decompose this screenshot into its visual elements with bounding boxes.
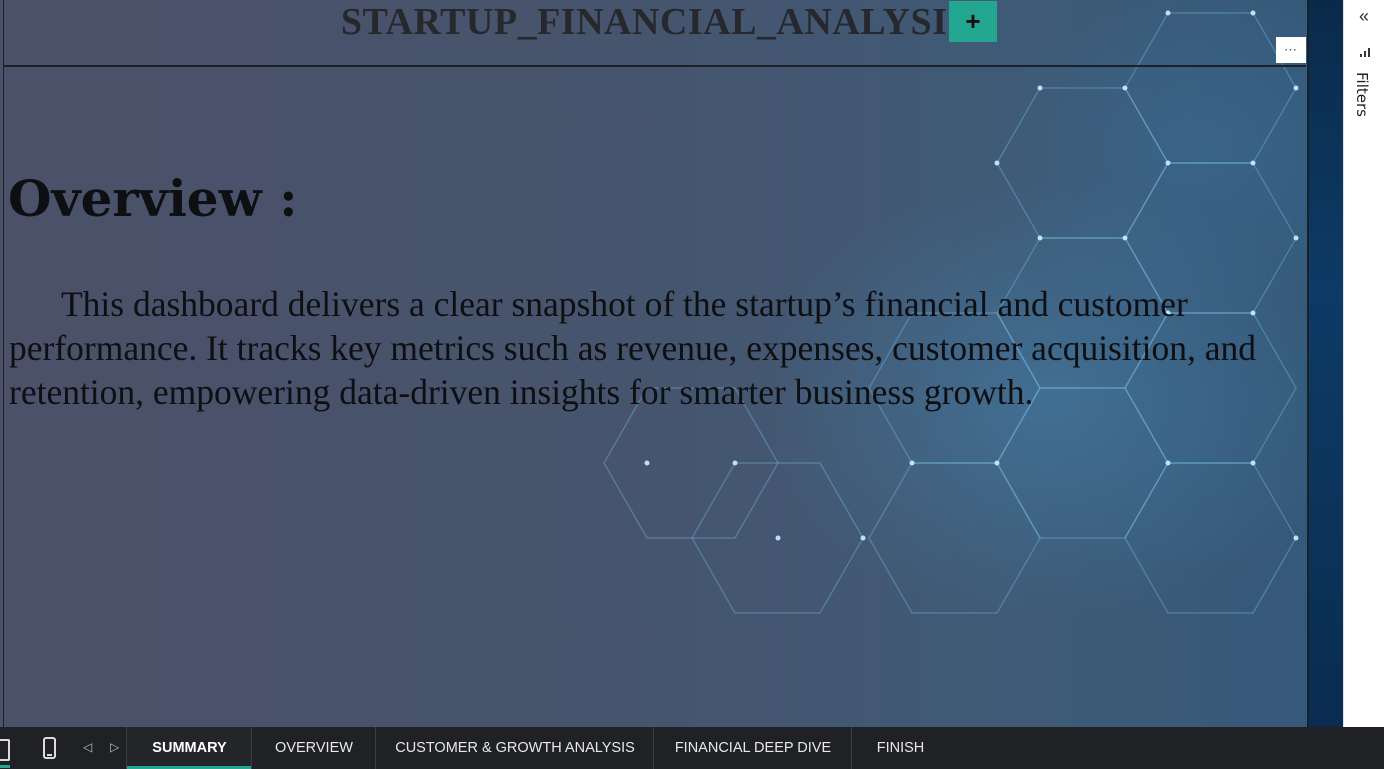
desktop-layout-indicator [0,765,10,768]
overview-heading: Overview : [8,169,298,228]
canvas-left-border [3,0,4,727]
tab-financial-deep-dive[interactable]: FINANCIAL DEEP DIVE [653,727,852,769]
desktop-layout-icon[interactable] [0,739,10,761]
previous-page-icon[interactable]: ◁ [83,740,93,754]
page-tab-bar: ◁ ▷ SUMMARY OVERVIEW CUSTOMER & GROWTH A… [0,727,1384,769]
mobile-layout-icon[interactable] [43,737,56,759]
tab-finish[interactable]: FINISH [851,727,949,769]
filter-icon [1360,48,1370,57]
add-page-button[interactable]: + [949,1,997,42]
tab-overview[interactable]: OVERVIEW [251,727,376,769]
collapse-pane-icon[interactable]: « [1354,6,1374,26]
filters-pane-label[interactable]: Filters [1353,72,1371,117]
report-title: STARTUP_FINANCIAL_ANALYSIS [340,1,970,43]
tab-customer-growth-analysis[interactable]: CUSTOMER & GROWTH ANALYSIS [375,727,654,769]
more-options-button[interactable]: ⋯ [1276,37,1306,63]
overview-description: This dashboard delivers a clear snapshot… [9,284,1256,412]
canvas-right-border [1307,0,1343,727]
next-page-icon[interactable]: ▷ [110,740,120,754]
tab-summary[interactable]: SUMMARY [126,727,252,769]
